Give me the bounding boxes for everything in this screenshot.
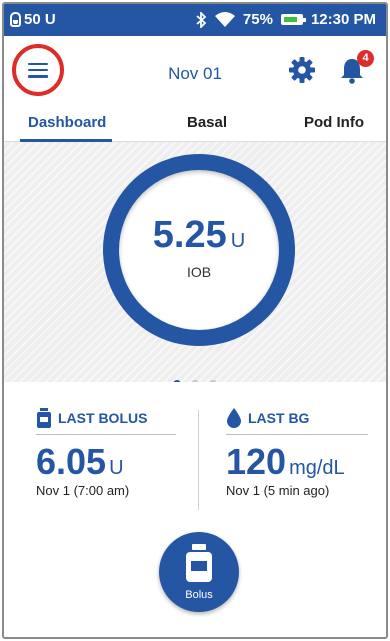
notifications-button[interactable]: 4: [338, 50, 374, 86]
last-bolus-title: LAST BOLUS: [58, 410, 148, 426]
iob-value: 5.25 U: [119, 214, 279, 257]
pod-status: 50 U: [10, 11, 56, 28]
bolus-button[interactable]: Bolus: [159, 532, 239, 612]
battery-icon: [280, 14, 306, 25]
iob-number: 5.25: [152, 214, 227, 256]
bolus-label: Bolus: [185, 589, 213, 601]
iob-label: IOB: [186, 264, 212, 280]
stats-divider: [198, 410, 199, 510]
app-frame: 50 U 75% 12:30 PM Nov 01 4 Dashboard Bas…: [2, 2, 388, 639]
battery-percent: 75%: [242, 11, 273, 28]
last-bg-value: 120 mg/dL: [226, 441, 368, 483]
status-bar: 50 U 75% 12:30 PM: [4, 4, 386, 36]
pod-icon: [10, 12, 21, 27]
divider: [36, 434, 176, 435]
last-bolus-detail: Nov 1 (7:00 am): [36, 483, 130, 498]
tab-dashboard[interactable]: Dashboard: [28, 114, 106, 131]
last-bg-card: LAST BG 120 mg/dL Nov 1 (5 min ago): [226, 408, 368, 498]
tab-basal[interactable]: Basal: [187, 114, 227, 131]
last-bg-number: 120: [226, 441, 287, 482]
last-bolus-header: LAST BOLUS: [36, 408, 176, 428]
last-bg-detail: Nov 1 (5 min ago): [226, 483, 330, 498]
insulin-vial-icon: [37, 408, 51, 428]
last-bolus-value: 6.05 U: [36, 441, 176, 483]
iob-circle: 5.25 U IOB: [119, 170, 279, 330]
bluetooth-icon: [196, 11, 207, 28]
wifi-icon: [214, 12, 235, 27]
header-date: Nov 01: [168, 64, 222, 83]
gear-icon[interactable]: [288, 56, 316, 84]
last-bolus-number: 6.05: [36, 441, 107, 482]
tab-bar: Dashboard Basal Pod Info: [4, 106, 386, 142]
clock: 12:30 PM: [310, 11, 376, 28]
tab-pod-info[interactable]: Pod Info: [304, 114, 364, 131]
last-bg-unit: mg/dL: [289, 457, 345, 479]
battery-fill: [283, 17, 298, 22]
last-bolus-unit: U: [109, 457, 124, 479]
insulin-vial-icon: [186, 544, 212, 582]
iob-unit: U: [230, 230, 246, 252]
pod-insulin-text: 50 U: [24, 11, 56, 28]
last-bg-title: LAST BG: [248, 410, 310, 426]
iob-panel: 5.25 U IOB: [4, 142, 386, 388]
divider: [226, 434, 368, 435]
iob-ring: 5.25 U IOB: [103, 154, 295, 346]
app-header: Nov 01 4: [4, 36, 386, 106]
blood-drop-icon: [227, 408, 241, 428]
last-bolus-card: LAST BOLUS 6.05 U Nov 1 (7:00 am): [36, 408, 176, 498]
system-status: 75% 12:30 PM: [195, 11, 376, 28]
last-bg-header: LAST BG: [226, 408, 368, 428]
stats-panel: LAST BOLUS 6.05 U Nov 1 (7:00 am) LAST BG…: [4, 382, 386, 522]
notification-badge: 4: [357, 50, 374, 67]
